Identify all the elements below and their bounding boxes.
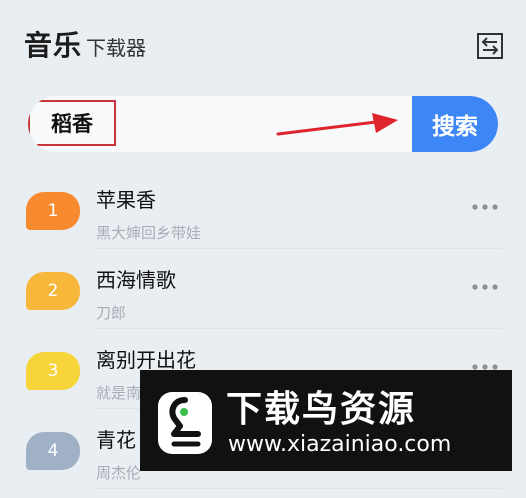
search-bar: 稻香 搜索: [28, 96, 498, 152]
song-artist: 就是南: [96, 384, 142, 402]
song-title: 离别开出花: [96, 348, 196, 372]
row-divider: [96, 328, 502, 329]
arrow-right-icon: [276, 113, 398, 136]
app-title: 音乐: [24, 29, 83, 62]
exit-icon[interactable]: [476, 32, 504, 60]
rank-badge: 3: [26, 352, 80, 390]
search-button[interactable]: 搜索: [412, 96, 498, 152]
more-options-icon[interactable]: [470, 282, 500, 292]
more-options-icon[interactable]: [470, 202, 500, 212]
rank-badge: 2: [26, 272, 80, 310]
rank-badge: 4: [26, 432, 80, 470]
bird-logo-icon: [158, 392, 212, 454]
row-divider: [96, 488, 502, 489]
song-title: 青花: [96, 428, 136, 452]
watermark: 下载鸟资源 www.xiazainiao.com: [140, 370, 512, 471]
song-artist: 周杰伦: [96, 464, 142, 482]
song-title: 西海情歌: [96, 268, 176, 292]
song-title: 苹果香: [96, 188, 156, 212]
app-subtitle: 下载器: [86, 36, 147, 60]
app-header: 音乐 下载器: [24, 24, 146, 64]
watermark-url: www.xiazainiao.com: [228, 432, 452, 457]
song-row[interactable]: 1 苹果香黑大婶回乡带娃: [24, 178, 502, 258]
watermark-name: 下载鸟资源: [226, 389, 417, 430]
search-input[interactable]: 稻香: [28, 100, 116, 146]
song-artist: 刀郎: [96, 304, 127, 322]
row-divider: [96, 248, 502, 249]
rank-badge: 1: [26, 192, 80, 230]
song-artist: 黑大婶回乡带娃: [96, 224, 202, 242]
song-row[interactable]: 2 西海情歌刀郎: [24, 258, 502, 338]
